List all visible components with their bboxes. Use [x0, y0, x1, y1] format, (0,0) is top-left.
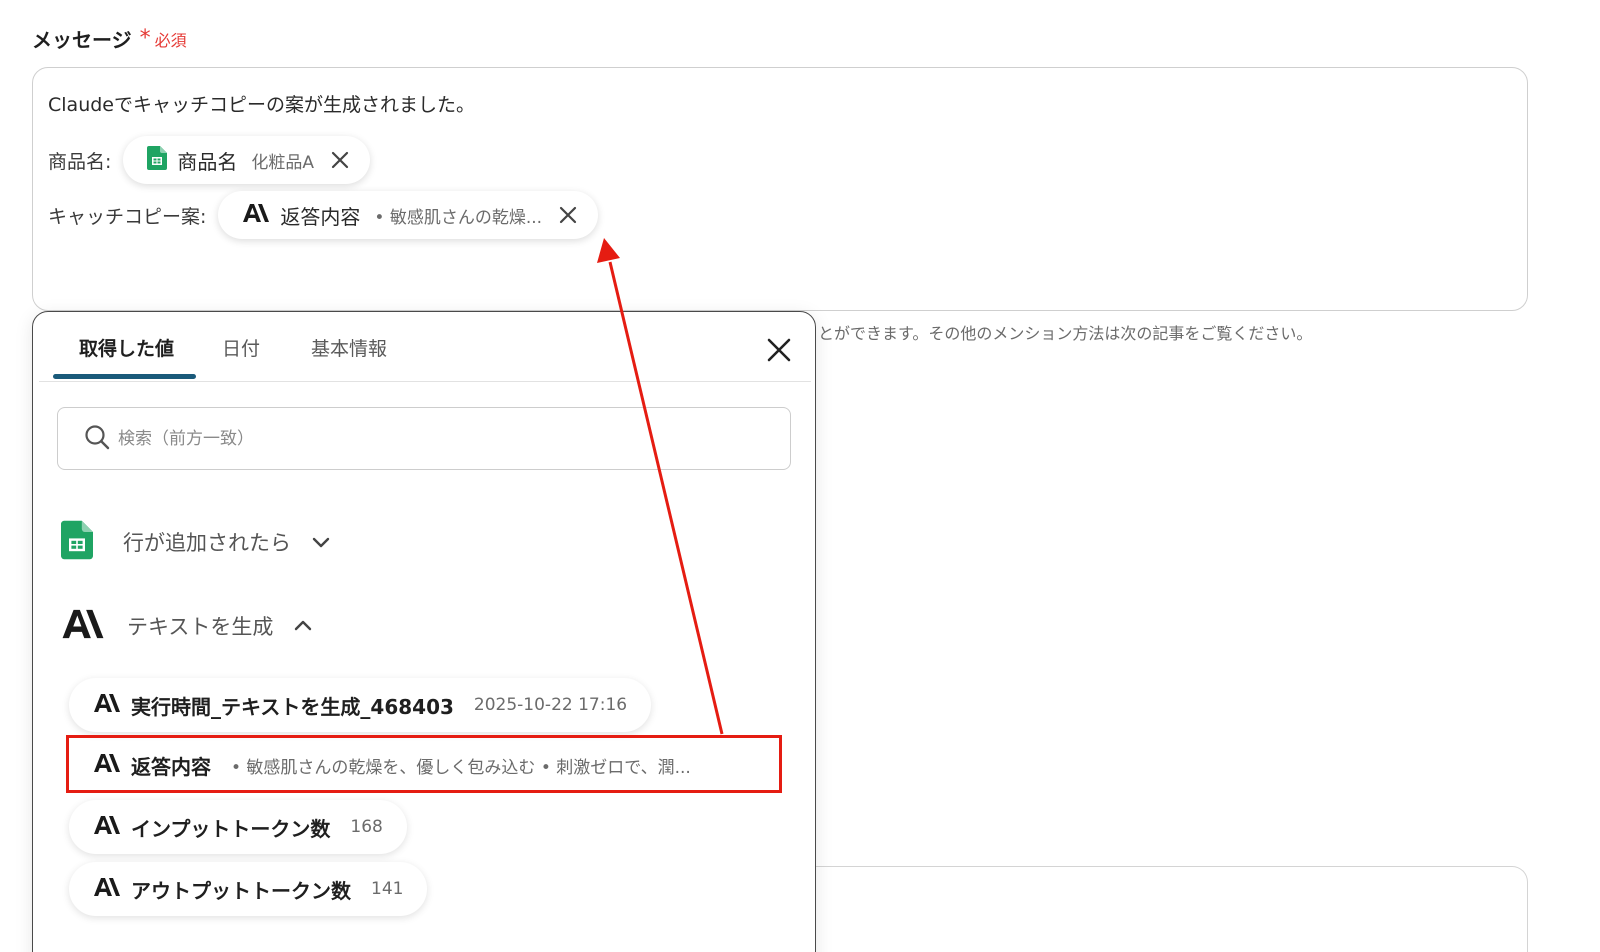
anthropic-icon: [242, 203, 270, 228]
tab-acquired-values[interactable]: 取得した値: [79, 334, 174, 361]
anthropic-icon: [93, 693, 121, 717]
list-item[interactable]: インプットトークン数 168: [69, 800, 407, 854]
google-sheets-icon: [147, 145, 168, 175]
chip-value: 化粧品A: [251, 152, 315, 173]
item-value: 141: [371, 879, 404, 899]
item-value: 168: [350, 817, 383, 837]
search-field[interactable]: [57, 407, 791, 470]
message-field-label-row: メッセージ * 必須: [32, 24, 187, 53]
close-icon[interactable]: [765, 336, 793, 364]
search-input[interactable]: [118, 428, 718, 449]
group-generate-text[interactable]: テキストを生成: [61, 608, 313, 644]
item-value: 2025-10-22 17:16: [473, 695, 628, 715]
anthropic-icon: [93, 753, 121, 777]
item-title: 実行時間_テキストを生成_468403: [131, 694, 454, 719]
message-line-1: Claudeでキャッチコピーの案が生成されました。: [48, 94, 475, 116]
required-text: 必須: [154, 30, 187, 50]
value-picker-panel: 取得した値 日付 基本情報 行が追加されたら テキストを生成 実行時間_テキスト…: [32, 311, 816, 952]
list-item[interactable]: アウトプットトークン数 141: [69, 862, 428, 916]
remove-chip-icon[interactable]: [558, 205, 578, 225]
message-row-product: 商品名: 商品名 化粧品A: [48, 136, 371, 184]
list-item[interactable]: 実行時間_テキストを生成_468403 2025-10-22 17:16: [69, 678, 652, 732]
required-star: *: [139, 26, 151, 51]
message-row-catchcopy: キャッチコピー案: 返答内容 • 敏感肌さんの乾燥...: [48, 191, 599, 239]
anthropic-icon: [93, 815, 121, 839]
chip-title: 返答内容: [280, 204, 361, 229]
helper-text: とができます。その他のメンション方法は次の記事をご覧ください。: [818, 324, 1313, 343]
chip-title: 商品名: [177, 149, 238, 174]
group-label: 行が追加されたら: [123, 531, 291, 555]
item-title: 返答内容: [131, 754, 211, 779]
group-row-added[interactable]: 行が追加されたら: [61, 520, 331, 564]
google-sheets-icon: [61, 520, 93, 564]
chevron-down-icon: [311, 535, 331, 549]
active-tab-indicator: [53, 374, 196, 379]
catchcopy-label: キャッチコピー案:: [48, 205, 207, 228]
next-field-box[interactable]: [810, 866, 1528, 952]
list-item-response[interactable]: 返答内容 • 敏感肌さんの乾燥を、優しく包み込む • 刺激ゼロで、潤...: [69, 738, 715, 792]
catchcopy-chip[interactable]: 返答内容 • 敏感肌さんの乾燥...: [218, 191, 599, 239]
search-icon: [84, 424, 110, 454]
anthropic-icon: [61, 608, 105, 644]
field-label: メッセージ: [32, 28, 132, 52]
item-title: アウトプットトークン数: [131, 878, 351, 903]
anthropic-icon: [93, 877, 121, 901]
panel-tabs: 取得した値 日付 基本情報: [39, 312, 811, 382]
remove-chip-icon[interactable]: [330, 150, 350, 170]
tab-basic-info[interactable]: 基本情報: [311, 334, 387, 361]
item-title: インプットトークン数: [131, 816, 331, 841]
product-name-label: 商品名:: [48, 150, 112, 173]
product-name-chip[interactable]: 商品名 化粧品A: [123, 136, 371, 184]
tab-date[interactable]: 日付: [222, 334, 260, 361]
chevron-up-icon: [293, 619, 313, 633]
group-label: テキストを生成: [127, 615, 274, 639]
item-value: • 敏感肌さんの乾燥を、優しく包み込む • 刺激ゼロで、潤...: [231, 757, 691, 778]
chip-value: • 敏感肌さんの乾燥...: [374, 207, 543, 228]
